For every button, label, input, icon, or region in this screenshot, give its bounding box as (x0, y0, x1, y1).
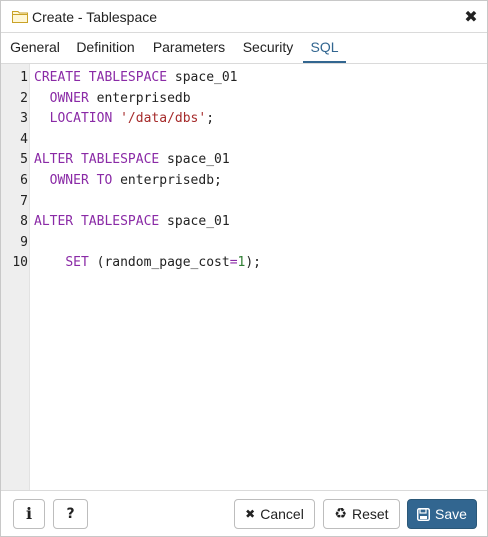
create-tablespace-dialog: Create - Tablespace ✖ General Definition… (0, 0, 488, 537)
save-label: Save (435, 506, 467, 522)
sql-text: ; (206, 111, 215, 127)
code-line: LOCATION '/data/dbs'; (34, 111, 214, 126)
sql-keyword: LOCATION (49, 111, 113, 127)
code-line: ALTER TABLESPACE space_01 (34, 152, 230, 167)
code-line: SET (random_page_cost=1); (34, 255, 261, 270)
tab-security[interactable]: Security (237, 33, 299, 63)
tab-parameters[interactable]: Parameters (147, 33, 231, 63)
folder-icon (12, 11, 28, 23)
sql-keyword: SET (65, 255, 89, 271)
save-button[interactable]: Save (407, 499, 477, 529)
line-number-gutter: 1 2 3 4 5 6 7 8 9 10 (1, 64, 30, 490)
tab-general[interactable]: General (6, 33, 64, 63)
info-icon: i (25, 504, 33, 523)
recycle-icon: ♻ (334, 506, 347, 522)
line-number: 3 (20, 111, 28, 127)
sql-text: enterprisedb; (112, 173, 222, 188)
code-line: OWNER enterprisedb (34, 91, 191, 106)
dialog-titlebar[interactable]: Create - Tablespace ✖ (1, 1, 487, 33)
dialog-title: Create - Tablespace (32, 9, 158, 25)
code-line: CREATE TABLESPACE space_01 (34, 70, 238, 85)
floppy-disk-icon (417, 507, 431, 521)
line-number: 2 (20, 90, 28, 106)
reset-label: Reset (351, 506, 389, 522)
sql-text: (random_page_cost (88, 255, 230, 271)
sql-editor[interactable]: 1 2 3 4 5 6 7 8 9 10 CREATE TABLESPACE space_01 O… (1, 64, 487, 491)
dialog-tabs: General Definition Parameters Security S… (1, 33, 487, 64)
x-icon: ✖ (245, 507, 256, 521)
sql-string: '/data/dbs' (120, 111, 207, 127)
sql-keyword: OWNER (49, 90, 89, 106)
sql-text: enterprisedb (88, 90, 191, 106)
line-number: 6 (20, 173, 28, 188)
sql-keyword: ALTER TABLESPACE (34, 214, 160, 230)
code-line: OWNER TO enterprisedb; (34, 173, 222, 188)
line-number: 4 (20, 131, 28, 147)
sql-keyword: ALTER TABLESPACE (34, 152, 160, 168)
help-button[interactable]: ? (53, 499, 88, 529)
line-number: 9 (20, 234, 28, 250)
line-number: 5 (20, 152, 28, 168)
sql-text: ); (245, 255, 261, 271)
info-button[interactable]: i (13, 499, 45, 529)
line-number: 10 (12, 255, 28, 271)
tab-definition[interactable]: Definition (70, 33, 141, 63)
sql-text: space_01 (159, 152, 230, 168)
sql-text: space_01 (167, 70, 238, 85)
line-number: 7 (20, 193, 28, 209)
code-line: ALTER TABLESPACE space_01 (34, 214, 230, 229)
dialog-footer: i ? ✖ Cancel ♻ Reset Save (1, 492, 487, 536)
help-icon: ? (66, 506, 75, 522)
tab-sql[interactable]: SQL (303, 33, 346, 63)
reset-button[interactable]: ♻ Reset (323, 499, 400, 529)
cancel-button[interactable]: ✖ Cancel (234, 499, 315, 529)
sql-keyword: OWNER TO (49, 173, 113, 188)
sql-text: space_01 (159, 214, 230, 230)
line-number: 8 (20, 214, 28, 230)
line-number: 1 (20, 70, 28, 85)
cancel-label: Cancel (260, 506, 304, 522)
close-icon[interactable]: ✖ (464, 9, 478, 25)
sql-keyword: CREATE TABLESPACE (34, 70, 168, 85)
sql-keyword: = (229, 255, 238, 271)
